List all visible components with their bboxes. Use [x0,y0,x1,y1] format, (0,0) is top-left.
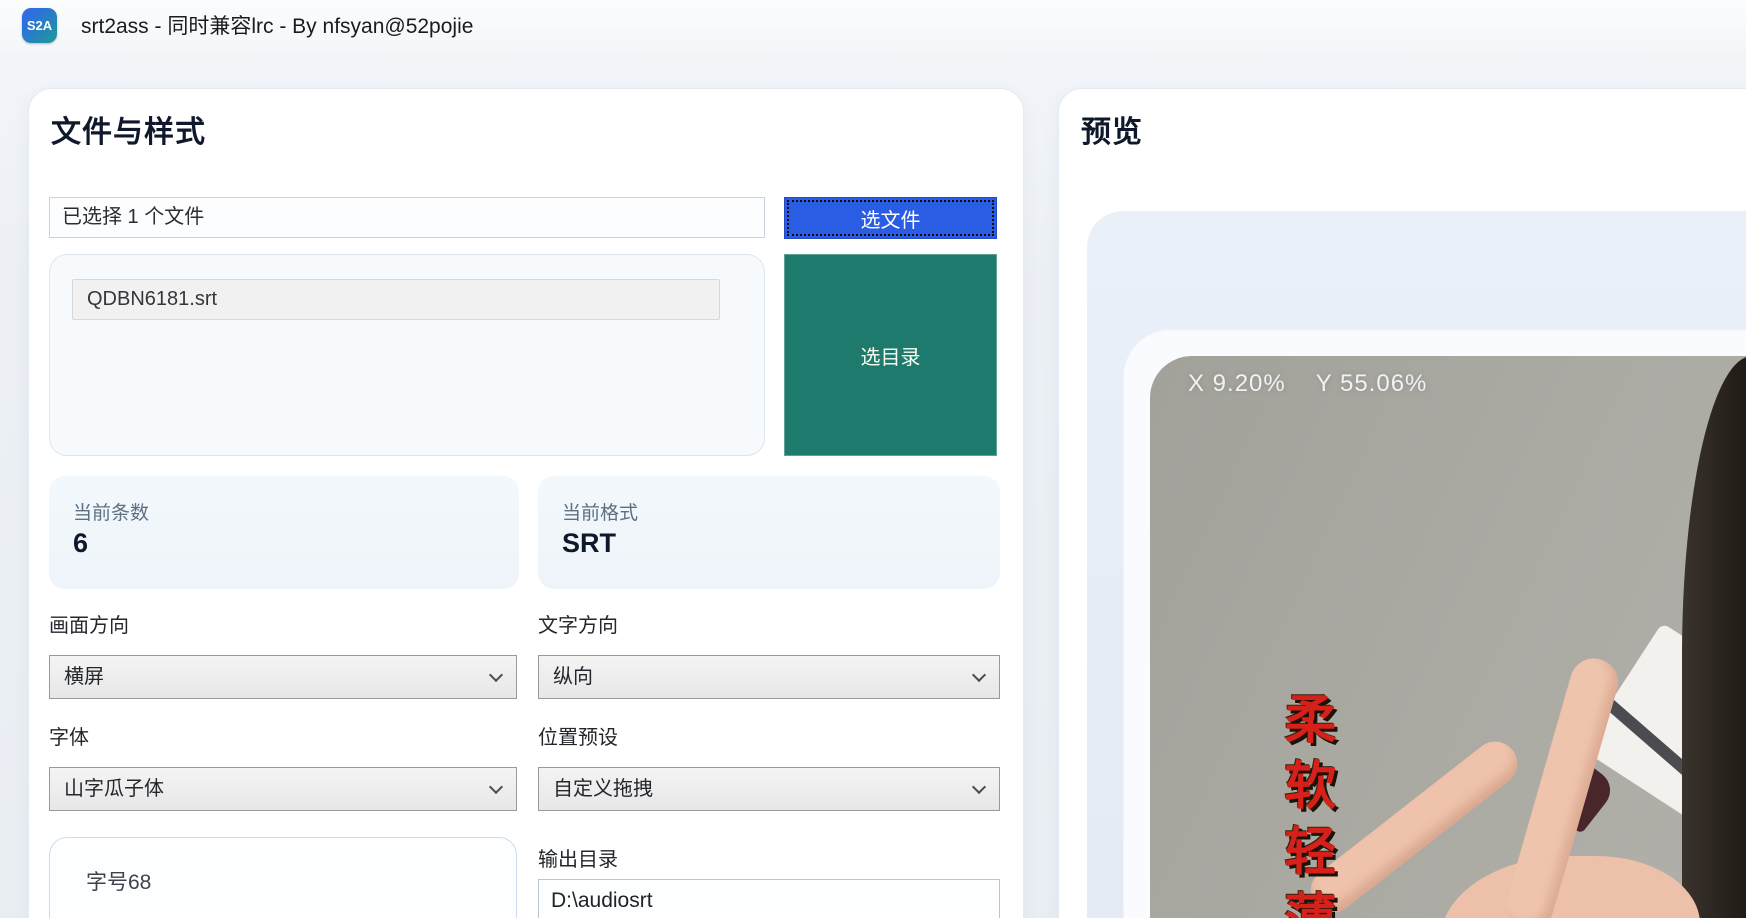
title-bar: S2A srt2ass - 同时兼容lrc - By nfsyan@52poji… [0,0,1746,50]
select-value: 山字瓜子体 [64,778,164,800]
text-direction-select[interactable]: 纵向 [538,655,1000,699]
select-value: 自定义拖拽 [553,778,653,800]
app-icon: S2A [22,8,57,43]
output-dir-label: 输出目录 [538,843,618,872]
chevron-down-icon [972,780,986,794]
selected-files-summary[interactable]: 已选择 1 个文件 [49,197,765,238]
hair-shape [1682,356,1746,918]
chevron-down-icon [489,668,503,682]
font-size-card: 字号68 [49,837,517,918]
preview-container: 柔软轻薄 X 9.20% Y 55.06% [1087,211,1746,918]
panel-title-preview: 预览 [1081,107,1143,151]
stat-label: 当前格式 [562,498,638,525]
choose-directory-button[interactable]: 选目录 [784,254,997,456]
font-label: 字体 [49,721,89,750]
choose-file-button[interactable]: 选文件 [784,197,997,239]
output-dir-input[interactable] [538,879,1000,918]
position-preset-select[interactable]: 自定义拖拽 [538,767,1000,811]
stat-value: 6 [73,528,88,559]
chevron-down-icon [489,780,503,794]
files-styles-panel: 文件与样式 已选择 1 个文件 选文件 QDBN6181.srt 选目录 当前条… [28,88,1024,918]
video-wrapper: 柔软轻薄 X 9.20% Y 55.06% [1123,329,1746,918]
coordinate-overlay: X 9.20% Y 55.06% [1188,370,1457,398]
screen-direction-select[interactable]: 横屏 [49,655,517,699]
file-list-item[interactable]: QDBN6181.srt [72,279,720,320]
file-list[interactable]: QDBN6181.srt [49,254,765,456]
font-size-label: 字号68 [86,866,151,896]
preview-subtitle[interactable]: 柔软轻薄 [1268,692,1343,918]
screen-direction-label: 画面方向 [49,609,129,638]
stat-value: SRT [562,528,616,559]
coord-x-value: X 9.20% [1188,370,1286,397]
window-title: srt2ass - 同时兼容lrc - By nfsyan@52pojie [81,10,473,40]
stat-card-entry-count: 当前条数 6 [49,476,519,589]
text-direction-label: 文字方向 [538,609,618,638]
hand-shape [1440,856,1700,918]
position-preset-label: 位置预设 [538,721,618,750]
panel-title-files: 文件与样式 [51,107,206,151]
video-preview[interactable]: 柔软轻薄 X 9.20% Y 55.06% [1150,356,1746,918]
font-select[interactable]: 山字瓜子体 [49,767,517,811]
stat-card-format: 当前格式 SRT [538,476,1000,589]
chevron-down-icon [972,668,986,682]
select-value: 横屏 [64,666,104,688]
select-value: 纵向 [553,666,593,688]
coord-y-value: Y 55.06% [1316,370,1428,397]
app-window: S2A srt2ass - 同时兼容lrc - By nfsyan@52poji… [0,0,1746,918]
preview-panel: 预览 柔软轻薄 X 9.20% Y 55.06% [1058,88,1746,918]
stat-label: 当前条数 [73,498,149,525]
